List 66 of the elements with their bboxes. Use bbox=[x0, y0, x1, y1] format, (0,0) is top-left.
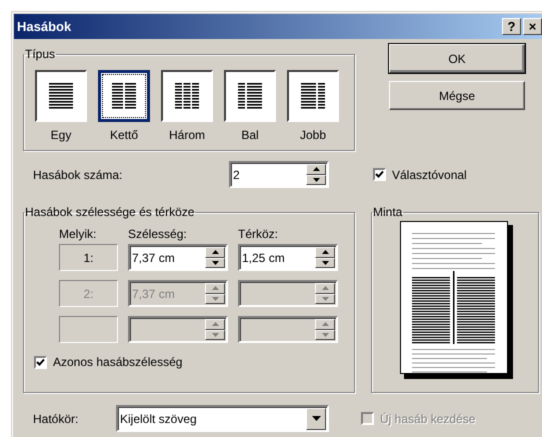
down-arrow-icon bbox=[322, 260, 328, 265]
down-arrow-icon bbox=[212, 332, 218, 337]
up-arrow-icon bbox=[322, 250, 328, 254]
down-arrow-icon bbox=[322, 296, 328, 301]
spacing-field[interactable] bbox=[238, 316, 338, 343]
column-option[interactable] bbox=[287, 70, 339, 122]
down-arrow-icon bbox=[212, 260, 218, 265]
option-label: Jobb bbox=[300, 128, 326, 142]
checkbox-label: Új hasáb kezdése bbox=[380, 412, 476, 426]
column-layout-icon bbox=[49, 83, 73, 109]
column-layout-icon bbox=[112, 83, 136, 109]
spacing-field[interactable] bbox=[238, 280, 338, 307]
option-label: Három bbox=[168, 128, 205, 142]
option-label: Egy bbox=[50, 128, 72, 142]
column-option[interactable] bbox=[161, 70, 213, 122]
cancel-button[interactable]: Mégse bbox=[389, 81, 525, 110]
column-number: 1: bbox=[59, 244, 118, 271]
checkbox-label: Azonos hasábszélesség bbox=[53, 355, 182, 369]
column-header: Szélesség: bbox=[128, 227, 188, 241]
up-arrow-icon bbox=[212, 286, 218, 290]
column-number bbox=[59, 316, 118, 343]
up-arrow-icon bbox=[322, 322, 328, 326]
option-label: Bal bbox=[241, 128, 259, 142]
column-number: 2: bbox=[59, 280, 118, 307]
spin-up-button[interactable] bbox=[315, 247, 335, 258]
option-label: Kettő bbox=[110, 128, 138, 142]
group-label: Hasábok szélessége és térköze bbox=[24, 205, 196, 219]
column-layout-icon bbox=[301, 83, 325, 109]
spin-up-button[interactable] bbox=[315, 319, 335, 330]
help-button[interactable]: ? bbox=[502, 18, 521, 35]
checkbox-label: Választóvonal bbox=[392, 168, 467, 182]
ok-button[interactable]: OK bbox=[389, 44, 525, 73]
spacing-field[interactable]: 1,25 cm bbox=[238, 244, 338, 271]
dropdown[interactable]: Kijelölt szöveg bbox=[116, 405, 329, 432]
spin-down-button[interactable] bbox=[315, 258, 335, 268]
field-label: Hatókör: bbox=[32, 412, 80, 426]
column-header: Melyik: bbox=[59, 227, 98, 241]
width-field[interactable]: 7,37 cm bbox=[128, 244, 228, 271]
field-label: Hasábok száma: bbox=[32, 168, 124, 182]
up-arrow-icon bbox=[212, 250, 218, 254]
column-option[interactable] bbox=[98, 70, 150, 122]
checkbox[interactable] bbox=[34, 356, 47, 368]
spin-up-button[interactable] bbox=[306, 164, 326, 174]
column-layout-icon bbox=[238, 83, 262, 109]
up-arrow-icon bbox=[212, 322, 218, 326]
column-layout-icon bbox=[175, 83, 199, 109]
up-arrow-icon bbox=[312, 167, 320, 172]
spin-down-button[interactable] bbox=[306, 174, 326, 185]
group-label: Típus bbox=[24, 47, 56, 61]
window-title: Hasábok bbox=[17, 19, 72, 34]
number-field[interactable]: 2 bbox=[229, 161, 329, 188]
column-option[interactable] bbox=[224, 70, 276, 122]
spin-down-button[interactable] bbox=[315, 330, 335, 340]
column-header: Térköz: bbox=[238, 227, 280, 241]
down-arrow-icon bbox=[312, 178, 320, 182]
down-arrow-icon bbox=[322, 332, 328, 337]
up-arrow-icon bbox=[322, 286, 328, 290]
close-button[interactable]: × bbox=[523, 18, 542, 35]
spin-down-button[interactable] bbox=[315, 294, 335, 304]
down-arrow-icon bbox=[212, 296, 218, 301]
group-label: Minta bbox=[372, 205, 404, 219]
spin-up-button[interactable] bbox=[315, 283, 335, 294]
spin-down-button[interactable] bbox=[205, 258, 225, 268]
column-option[interactable] bbox=[35, 70, 87, 122]
checkbox[interactable] bbox=[373, 168, 386, 181]
spin-up-button[interactable] bbox=[205, 247, 225, 258]
